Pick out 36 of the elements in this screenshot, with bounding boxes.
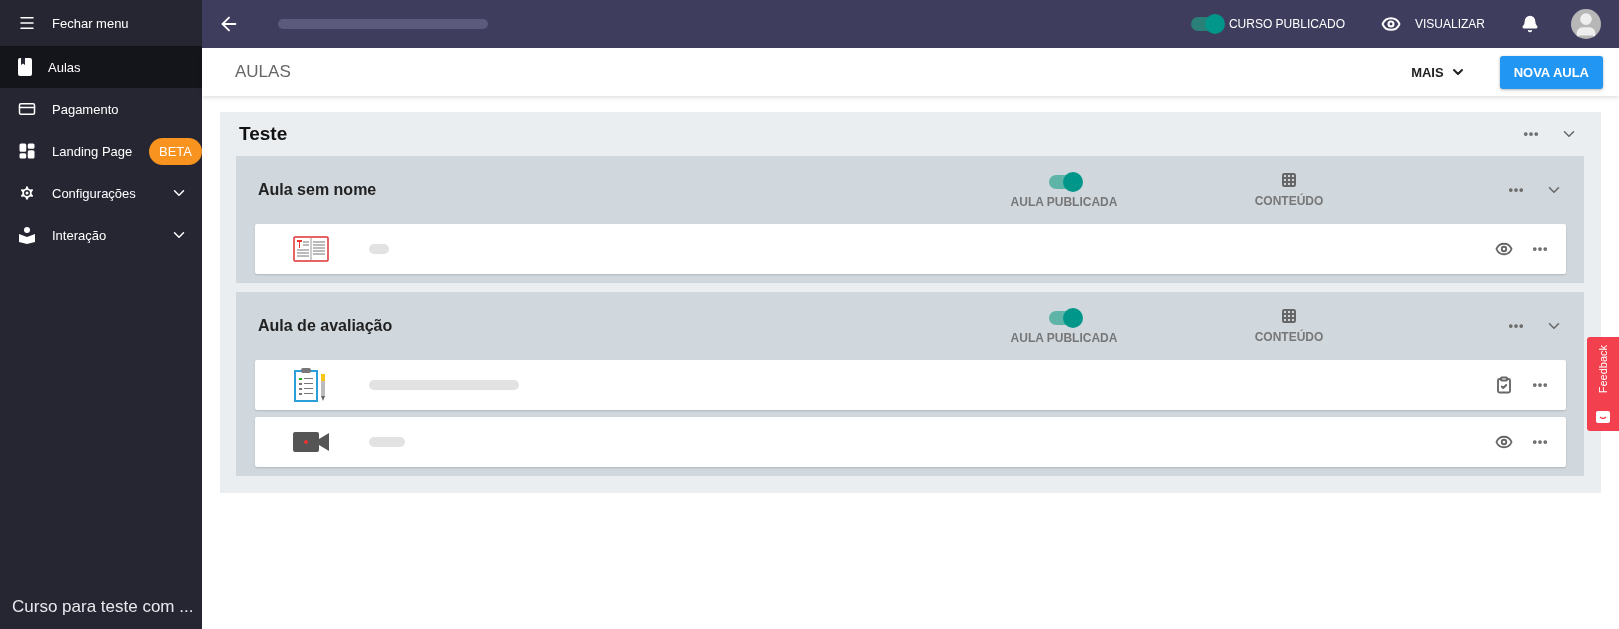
content-label: CONTEÚDO bbox=[1254, 194, 1324, 208]
publish-label: AULA PUBLICADA bbox=[1010, 194, 1118, 209]
feedback-tab[interactable]: Feedback bbox=[1587, 337, 1619, 431]
preview-link[interactable]: VISUALIZAR bbox=[1414, 17, 1485, 31]
avatar[interactable] bbox=[1571, 9, 1601, 39]
publish-label: CURSO PUBLICADO bbox=[1228, 17, 1345, 31]
book-icon bbox=[18, 58, 32, 76]
menu-icon bbox=[18, 14, 36, 32]
publish-label: AULA PUBLICADA bbox=[1010, 330, 1118, 345]
dashboard-icon bbox=[18, 142, 36, 160]
video-camera-icon bbox=[293, 432, 329, 452]
grid-icon[interactable] bbox=[1281, 308, 1297, 324]
lesson-title: Aula de avaliação bbox=[257, 317, 394, 335]
sidebar-item[interactable]: Aulas bbox=[0, 46, 202, 88]
beta-badge: BETA bbox=[149, 137, 202, 165]
sidebar-item[interactable]: Interação bbox=[0, 214, 202, 256]
bell-icon[interactable] bbox=[1521, 15, 1539, 33]
eye-icon[interactable] bbox=[1380, 14, 1401, 34]
settings-icon bbox=[18, 184, 36, 202]
open-book-icon bbox=[293, 236, 329, 262]
grid-icon[interactable] bbox=[1281, 172, 1297, 188]
module-title: Teste bbox=[239, 123, 289, 145]
lesson-title: Aula sem nome bbox=[257, 181, 378, 199]
redacted-title bbox=[369, 244, 389, 254]
reader-icon bbox=[18, 226, 36, 244]
sidebar-item[interactable]: Pagamento bbox=[0, 88, 202, 130]
more-button[interactable]: MAIS bbox=[1405, 63, 1472, 81]
sidebar-item[interactable]: Landing Page BETA bbox=[0, 130, 202, 172]
sidebar-item[interactable]: Configurações bbox=[0, 172, 202, 214]
course-name: Curso para teste com ... bbox=[11, 597, 195, 618]
close-menu-button[interactable]: Fechar menu bbox=[0, 0, 202, 46]
credit-card-icon bbox=[18, 100, 36, 118]
page-title: AULAS bbox=[235, 62, 292, 82]
redacted-title bbox=[369, 437, 405, 447]
smiley-icon bbox=[1596, 411, 1610, 423]
content-label: CONTEÚDO bbox=[1254, 330, 1324, 344]
